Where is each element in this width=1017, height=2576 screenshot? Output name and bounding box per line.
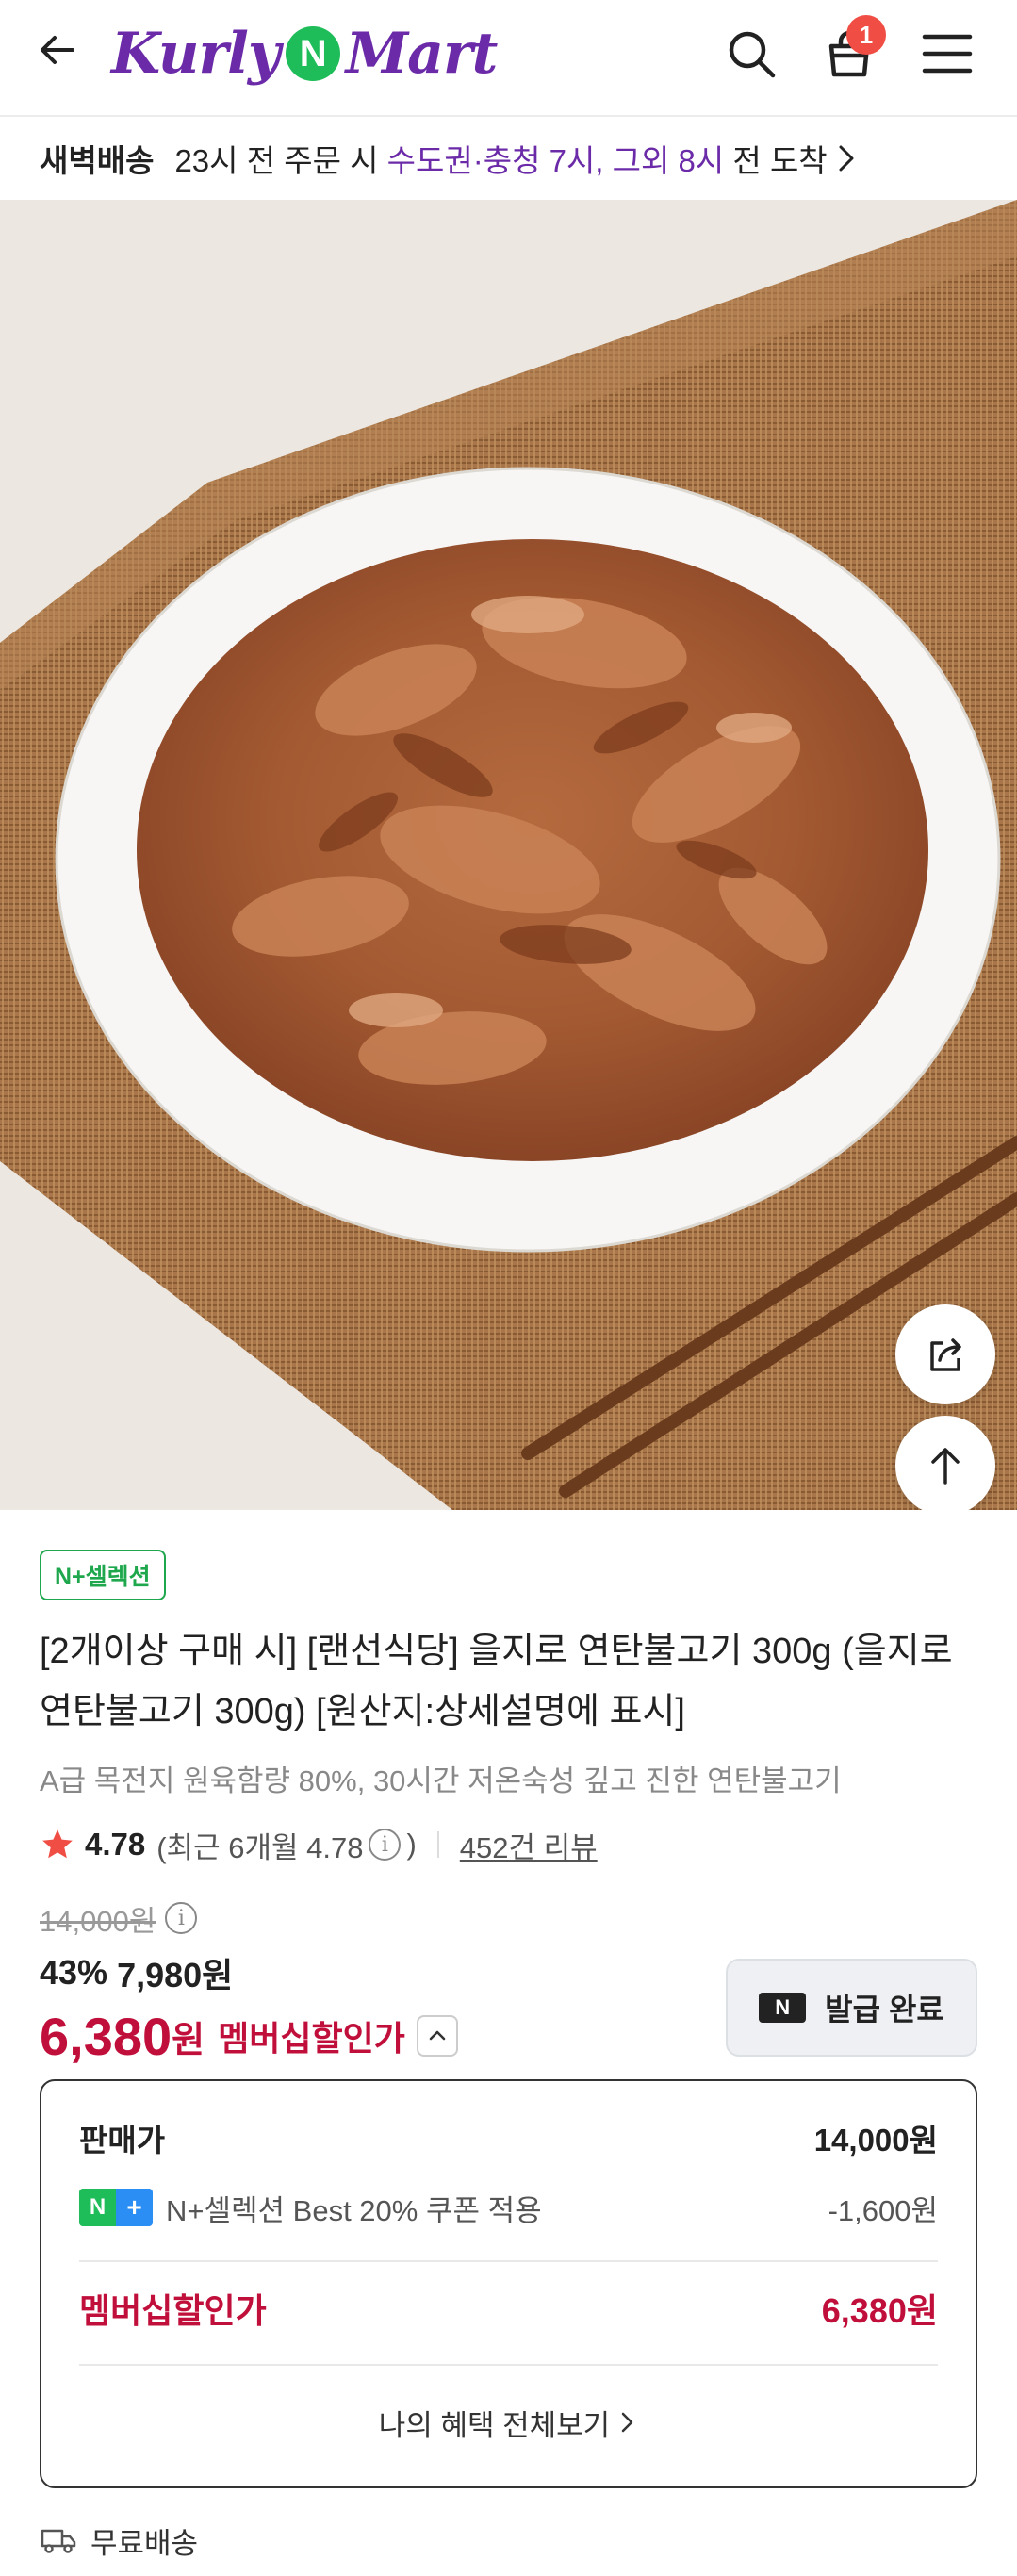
cart-count-badge: 1 [846,15,886,55]
menu-button[interactable] [914,21,980,87]
divider [79,2364,938,2366]
rating-row: 4.78 (최근 6개월 4.78 i ) 452건 리뷰 [40,1821,598,1868]
n-logo-icon: N [759,1993,807,2023]
coupon-label: N+셀렉션 Best 20% 쿠폰 적용 [166,2193,542,2227]
sale-price-row: 판매가 14,000원 [79,2109,938,2166]
delivery-highlight: 수도권·충청 7시, 그외 8시 [386,143,725,178]
member-discount-value: 6,380원 [821,2291,938,2330]
coupon-button-label: 발급 완료 [825,1993,944,2026]
recent-rating-text: (최근 6개월 4.78 [156,1830,364,1864]
share-button[interactable] [895,1304,995,1404]
discount-price: 7,980원 [117,1956,234,1994]
scroll-top-button[interactable] [895,1416,995,1510]
n-plus-badge-icon: N + [79,2189,153,2226]
price-breakdown-box: 판매가 14,000원 N + N+셀렉션 Best 20% 쿠폰 적용 -1,… [40,2079,977,2488]
logo-text-left: Kurly [111,21,281,87]
member-price-row: 6,380 원 멤버십할인가 [40,2000,458,2072]
coupon-row: N + N+셀렉션 Best 20% 쿠폰 적용 -1,600원 [79,2179,938,2236]
sale-price-value: 14,000원 [813,2123,938,2158]
original-price-row: 14,000원 i [40,1896,203,1940]
share-icon [930,1338,961,1371]
all-benefits-link[interactable]: 나의 혜택 전체보기 [41,2385,976,2460]
discount-rate: 43% [40,1953,108,1992]
back-button[interactable] [28,21,87,79]
menu-icon [922,34,973,74]
discount-row: 43% 7,980원 [40,1949,233,1996]
coupon-value: -1,600원 [828,2193,938,2227]
truck-icon [41,2529,76,2553]
logo-n-badge: N [285,26,340,81]
search-icon [729,31,776,78]
n-selection-tag: N+셀렉션 [40,1550,166,1600]
recent-rating-close: ) [406,1828,417,1861]
member-price-toggle[interactable] [416,2015,458,2057]
product-title: [2개이상 구매 시] [랜선식당] 을지로 연탄불고기 300g (을지로 연… [40,1632,953,1731]
delivery-text-before: 23시 전 주문 시 [174,143,379,178]
delivery-label: 새벽배송 [40,143,155,178]
member-discount-row: 멤버십할인가 6,380원 [79,2275,938,2341]
arrow-up-icon [931,1448,960,1485]
back-arrow-icon [41,36,74,64]
chevron-right-icon [839,145,854,172]
search-button[interactable] [718,21,784,87]
rating-score: 4.78 [85,1827,146,1862]
info-icon: i [369,1829,402,1861]
kurly-n-mart-logo[interactable]: Kurly N Mart [111,11,499,96]
chevron-right-icon [621,2412,633,2433]
member-discount-label: 멤버십할인가 [79,2291,267,2330]
star-icon [42,1829,73,1859]
member-price-unit: 원 [172,2020,205,2060]
delivery-text-after: 전 도착 [732,143,828,178]
member-price-label: 멤버십할인가 [218,2019,405,2058]
delivery-info-bar[interactable]: 새벽배송 23시 전 주문 시 수도권·충청 7시, 그외 8시 전 도착 [0,115,1017,200]
all-benefits-label: 나의 혜택 전체보기 [378,2408,611,2442]
original-price: 14,000원 [40,1904,156,1938]
logo-text-right: Mart [345,21,499,87]
product-image[interactable] [0,200,1017,1510]
review-count-link[interactable]: 452건 리뷰 [460,1824,598,1866]
chevron-up-icon [429,2030,446,2041]
free-shipping-label: 무료배송 [90,2526,199,2560]
recent-rating[interactable]: (최근 6개월 4.78 i ) [156,1824,417,1866]
cart-button[interactable]: 1 [816,15,886,87]
bulgogi-photo [0,200,1017,1510]
sale-price-label: 판매가 [79,2123,166,2158]
member-price: 6,380 [40,2006,172,2066]
coupon-issued-button[interactable]: N 발급 완료 [726,1959,977,2057]
divider [436,1831,439,1858]
top-header: Kurly N Mart 1 [0,0,1017,115]
divider [79,2260,938,2262]
price-info-icon[interactable]: i [165,1902,198,1934]
free-shipping-row: 무료배송 [40,2517,198,2564]
product-subtitle: A급 목전지 원육함량 80%, 30시간 저온숙성 깊고 진한 연탄불고기 [40,1764,842,1797]
